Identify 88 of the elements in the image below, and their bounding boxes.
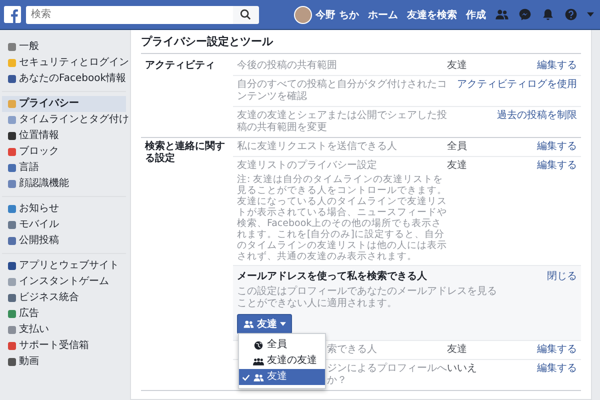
menu-item[interactable]: 友達の友達	[239, 353, 325, 369]
sidebar-item[interactable]: プライバシー	[2, 96, 126, 112]
setting-value: 友達	[447, 60, 467, 71]
search-button[interactable]	[232, 6, 258, 24]
user-name-link[interactable]: 今野 ちか	[316, 8, 359, 22]
sidebar-item[interactable]: 公開投稿	[2, 233, 126, 249]
menu-item[interactable]: 友達	[239, 369, 325, 385]
setting-note: 注: 友達は自分のタイムラインの友達リストを見ることができる人をコントロールできます。友達になっている人のタイムラインで友達リストが表示されている場合、ニュースフィードや検索、Facebook上のその他の場所でも表示されます。これを[自分のみ]に設定すると、自分のタイムラインの友達リストは他の人には表示されず、共通の友達のみ表示されます。	[237, 174, 447, 262]
sidebar-item[interactable]: サポート受信箱	[2, 338, 126, 354]
nav-link[interactable]: ホーム	[368, 8, 398, 22]
sidebar-item[interactable]: 広告	[2, 306, 126, 322]
sidebar-item[interactable]: 顔認識機能	[2, 176, 126, 192]
tile-icon	[8, 326, 16, 334]
people-group-icon	[253, 356, 264, 366]
setting-value: 友達	[447, 160, 467, 171]
action-link[interactable]: 過去の投稿を制限	[497, 110, 577, 121]
setting-label: 今後の投稿の共有範囲	[237, 60, 338, 72]
page-title: プライバシー設定とツール	[141, 35, 581, 54]
tile-icon	[8, 221, 16, 229]
sidebar-item[interactable]: インスタントゲーム	[2, 274, 126, 290]
tile-icon	[8, 116, 16, 124]
tile-icon	[8, 100, 16, 108]
action-link[interactable]: 編集する	[537, 160, 577, 171]
search-icon	[240, 9, 251, 20]
friends-icon[interactable]	[494, 8, 509, 21]
tile-icon	[8, 237, 16, 245]
tile-icon	[8, 262, 16, 270]
caret-icon[interactable]	[586, 12, 594, 17]
tile-icon	[8, 278, 16, 286]
setting-label: 私に友達リクエストを送信できる人	[237, 141, 398, 153]
check-icon	[242, 374, 250, 380]
setting-label: 自分のすべての投稿と自分がタグ付けされたコンテンツを確認	[237, 79, 447, 103]
bell-icon[interactable]	[540, 8, 555, 21]
menu-item[interactable]: 全員	[239, 337, 325, 353]
avatar[interactable]	[294, 6, 312, 24]
tile-icon	[8, 164, 16, 172]
setting-label: メールアドレスを使って私を検索できる人	[237, 271, 428, 283]
setting-note: この設定はプロフィールであなたのメールアドレスを見ることができない人に適用されます。	[237, 286, 498, 310]
sidebar-item[interactable]: モバイル	[2, 217, 126, 233]
chat-bubble-icon[interactable]	[518, 8, 532, 21]
f-logo-icon[interactable]	[4, 6, 21, 23]
tile-icon	[8, 342, 16, 350]
sidebar-item[interactable]: タイムラインとタグ付け	[2, 112, 126, 128]
help-icon[interactable]	[564, 8, 578, 21]
tile-icon	[8, 43, 16, 51]
close-link[interactable]: 閉じる	[547, 271, 577, 282]
action-link[interactable]: アクティビティログを使用	[457, 79, 577, 90]
tile-icon	[8, 294, 16, 302]
people-icon	[243, 320, 254, 328]
tile-icon	[8, 132, 16, 140]
action-link[interactable]: 編集する	[537, 60, 577, 71]
action-link[interactable]: 編集する	[537, 141, 577, 152]
audience-dropdown[interactable]: 友達	[237, 314, 292, 334]
sidebar-item[interactable]: アプリとウェブサイト	[2, 258, 126, 274]
caret-icon	[280, 322, 286, 326]
setting-value: いいえ	[447, 363, 477, 374]
sidebar-item[interactable]: ブロック	[2, 144, 126, 160]
setting-label: 友達の友達とシェアまたは公開でシェアした投稿の共有範囲を変更	[237, 110, 447, 134]
section-title: アクティビティ	[144, 58, 216, 73]
tile-icon	[8, 358, 16, 366]
sidebar-item[interactable]: 位置情報	[2, 128, 126, 144]
setting-label: 索できる人	[327, 344, 378, 356]
sidebar-item[interactable]: セキュリティとログイン	[2, 55, 126, 71]
sidebar-item[interactable]: 支払い	[2, 322, 126, 338]
sidebar-item[interactable]: 一般	[2, 39, 126, 55]
nav-link[interactable]: 友達を検索	[406, 8, 457, 22]
tile-icon	[8, 59, 16, 67]
setting-label: ジンによるプロフィールへか？	[327, 363, 448, 387]
sidebar-item[interactable]: ビジネス統合	[2, 290, 126, 306]
setting-label: 友達リストのプライバシー設定	[237, 160, 378, 172]
setting-value: 全員	[447, 141, 467, 152]
sidebar-item[interactable]: あなたのFacebook情報	[2, 71, 126, 87]
action-link[interactable]: 編集する	[537, 344, 577, 355]
setting-value: 友達	[447, 344, 467, 355]
tile-icon	[8, 180, 16, 188]
section-title: 検索と連絡に関する設定	[144, 140, 226, 166]
globe-icon	[253, 340, 264, 350]
sidebar-item[interactable]: 動画	[2, 354, 126, 370]
tile-icon	[8, 205, 16, 213]
nav-link[interactable]: 作成	[466, 8, 486, 22]
sidebar-item[interactable]: お知らせ	[2, 201, 126, 217]
tile-icon	[8, 310, 16, 318]
search-field[interactable]: 検索	[26, 6, 232, 24]
action-link[interactable]: 編集する	[537, 363, 577, 374]
sidebar-item[interactable]: 言語	[2, 160, 126, 176]
tile-icon	[8, 75, 16, 83]
people-icon	[253, 372, 264, 382]
tile-icon	[8, 148, 16, 156]
